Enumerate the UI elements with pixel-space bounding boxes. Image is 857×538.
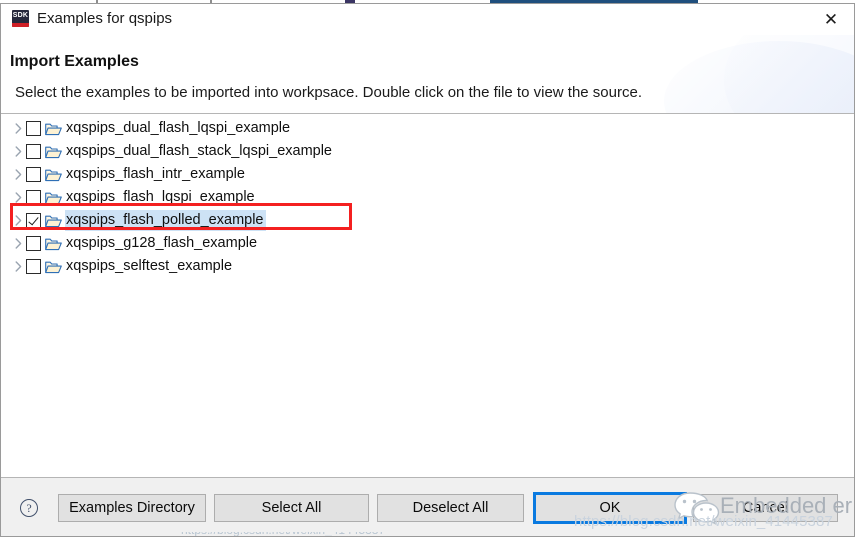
close-button[interactable]: ✕ (808, 4, 854, 35)
tree-item-checkbox[interactable] (26, 144, 41, 159)
tree-item-label: xqspips_dual_flash_lqspi_example (65, 118, 292, 139)
folder-icon (45, 237, 62, 251)
tree-row[interactable]: xqspips_dual_flash_lqspi_example (1, 117, 854, 140)
tree-row[interactable]: xqspips_flash_lqspi_example (1, 186, 854, 209)
dialog-title: Examples for qspips (37, 8, 172, 30)
chevron-right-icon[interactable] (10, 232, 26, 255)
tree-row[interactable]: xqspips_flash_intr_example (1, 163, 854, 186)
sdk-icon-text: SDK (12, 11, 29, 21)
tree-item-label: xqspips_g128_flash_example (65, 233, 259, 254)
tree-item-checkbox[interactable] (26, 121, 41, 136)
tree-item-checkbox[interactable] (26, 190, 41, 205)
close-icon: ✕ (824, 11, 838, 28)
tree-row[interactable]: xqspips_g128_flash_example (1, 232, 854, 255)
select-all-button[interactable]: Select All (214, 494, 369, 522)
folder-icon (45, 191, 62, 205)
tree-item-checkbox[interactable] (26, 259, 41, 274)
examples-directory-button[interactable]: Examples Directory (58, 494, 206, 522)
cancel-button[interactable]: Cancel (693, 494, 838, 522)
chevron-right-icon[interactable] (10, 140, 26, 163)
tree-item-label: xqspips_flash_polled_example (65, 210, 266, 231)
folder-icon (45, 122, 62, 136)
chevron-right-icon[interactable] (10, 209, 26, 232)
page-title: Import Examples (10, 52, 139, 72)
chevron-right-icon[interactable] (10, 186, 26, 209)
tree-item-checkbox[interactable] (26, 236, 41, 251)
tree-item-label: xqspips_selftest_example (65, 256, 234, 277)
folder-icon (45, 260, 62, 274)
dialog-header: Import Examples Select the examples to b… (1, 35, 854, 114)
folder-icon (45, 168, 62, 182)
folder-icon (45, 214, 62, 228)
tree-item-label: xqspips_flash_intr_example (65, 164, 247, 185)
help-icon[interactable]: ? (20, 499, 38, 517)
import-examples-dialog: SDK Examples for qspips ✕ Import Example… (0, 3, 855, 537)
header-decoration-inner (664, 41, 854, 114)
tree-item-label: xqspips_dual_flash_stack_lqspi_example (65, 141, 334, 162)
chevron-right-icon[interactable] (10, 255, 26, 278)
tree-item-checkbox[interactable] (26, 167, 41, 182)
chevron-right-icon[interactable] (10, 163, 26, 186)
tree-item-checkbox[interactable] (26, 213, 41, 228)
sdk-icon-red-bar (12, 23, 29, 27)
sdk-icon: SDK (12, 10, 29, 27)
header-decoration-outer (724, 35, 854, 114)
ok-button[interactable]: OK (535, 494, 685, 522)
help-icon-glyph: ? (26, 502, 31, 514)
tree-row[interactable]: xqspips_flash_polled_example (1, 209, 854, 232)
deselect-all-button[interactable]: Deselect All (377, 494, 524, 522)
dialog-title-bar: SDK Examples for qspips ✕ (1, 4, 854, 35)
examples-tree-panel[interactable]: xqspips_dual_flash_lqspi_examplexqspips_… (1, 114, 854, 477)
page-description: Select the examples to be imported into … (15, 83, 642, 103)
folder-icon (45, 145, 62, 159)
chevron-right-icon[interactable] (10, 117, 26, 140)
examples-tree: xqspips_dual_flash_lqspi_examplexqspips_… (1, 117, 854, 278)
tree-item-label: xqspips_flash_lqspi_example (65, 187, 257, 208)
tree-row[interactable]: xqspips_selftest_example (1, 255, 854, 278)
tree-row[interactable]: xqspips_dual_flash_stack_lqspi_example (1, 140, 854, 163)
